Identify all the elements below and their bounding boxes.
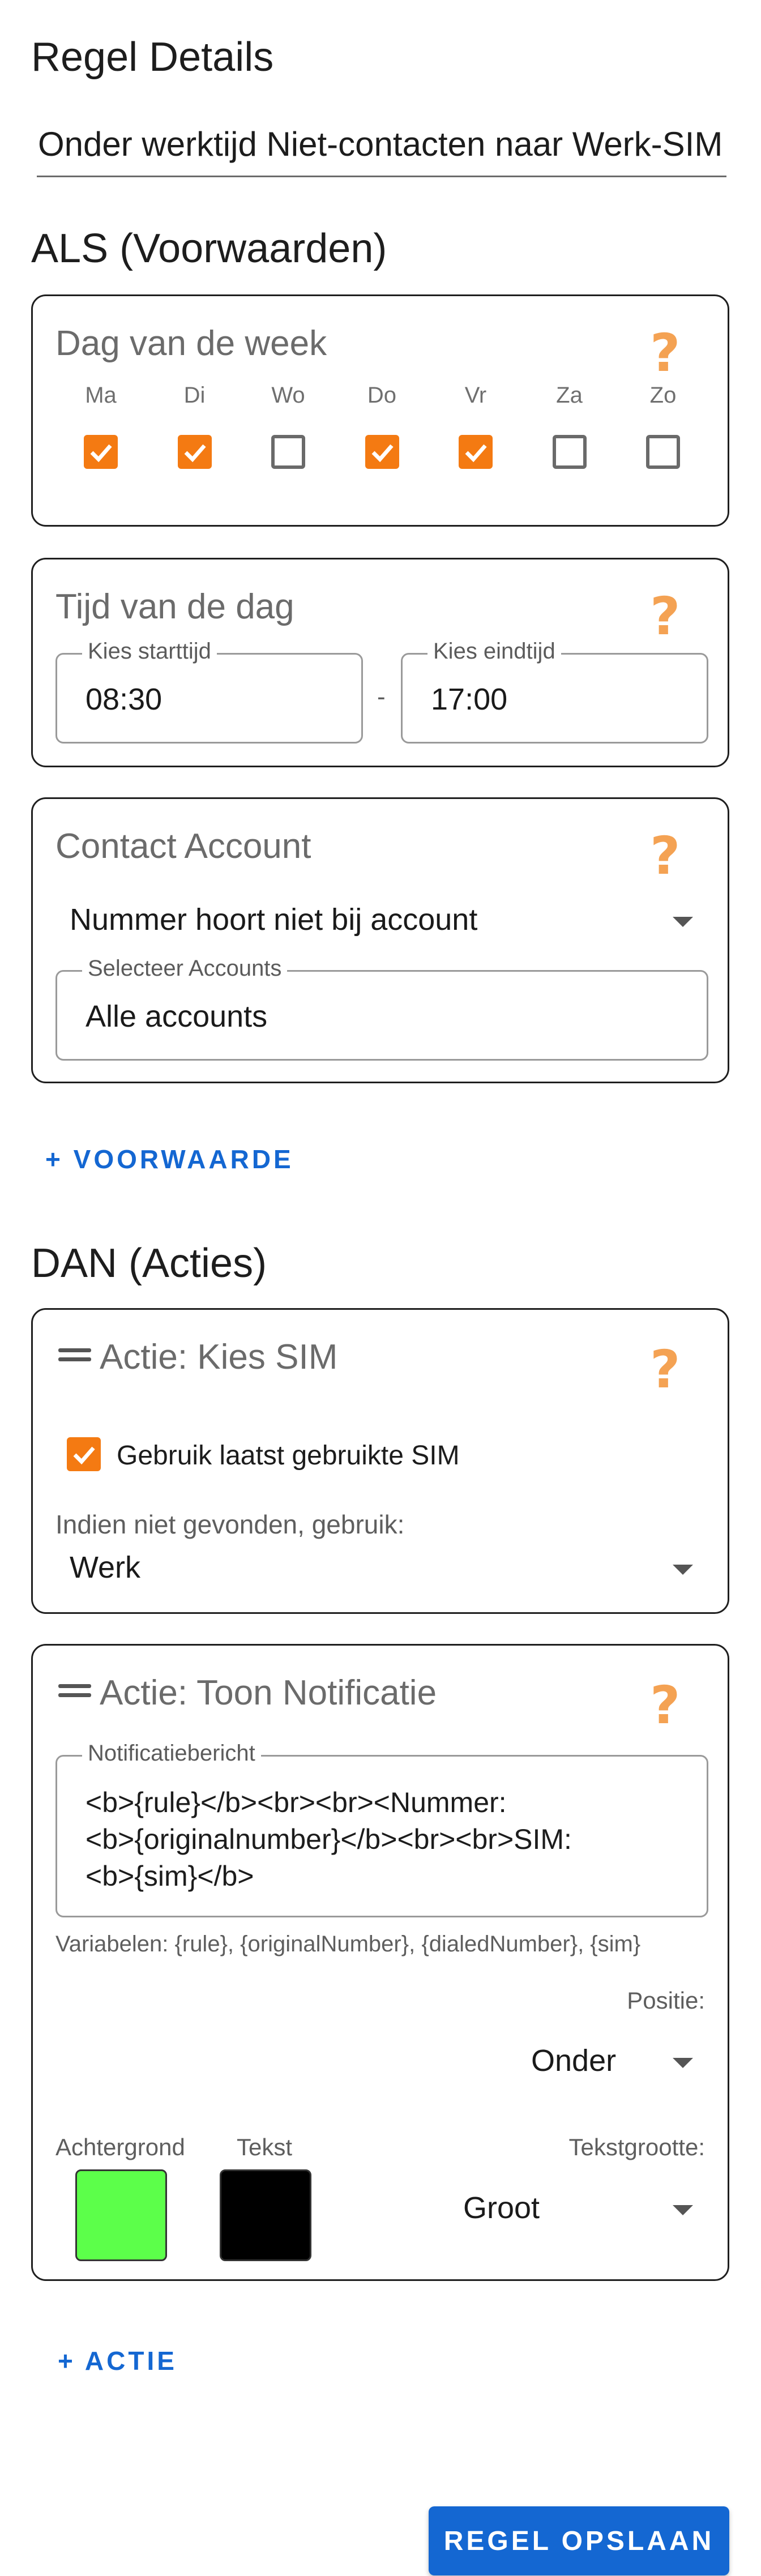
day-checkbox-di[interactable] — [177, 435, 212, 469]
use-last-sim-checkbox[interactable] — [67, 1437, 101, 1471]
notification-message-line1: <b>{rule}</b><br><br><Nummer: — [85, 1787, 507, 1818]
end-time-value: 17:00 — [431, 682, 508, 716]
day-label-ma: Ma — [85, 383, 117, 408]
day-of-week-title: Dag van de week — [55, 324, 327, 363]
help-icon[interactable]: ? — [650, 1344, 680, 1396]
help-icon[interactable]: ? — [650, 830, 680, 882]
use-last-sim-label: Gebruik laatst gebruikte SIM — [117, 1441, 460, 1471]
text-size-label: Tekstgrootte: — [568, 2134, 705, 2160]
add-condition-button[interactable]: + VOORWAARDE — [45, 1144, 294, 1174]
page-title: Regel Details — [31, 35, 274, 80]
time-of-day-card: Tijd van de dag ? Kies starttijd 08:30 -… — [31, 558, 729, 767]
help-icon[interactable]: ? — [650, 591, 680, 643]
time-of-day-title: Tijd van de dag — [55, 587, 294, 626]
notification-message-line2: <b>{originalnumber}</b><br><br>SIM: — [85, 1823, 572, 1855]
day-checkbox-zo[interactable] — [646, 435, 680, 469]
position-label: Positie: — [627, 1987, 705, 2014]
select-accounts-field[interactable]: Selecteer Accounts Alle accounts — [55, 956, 708, 1061]
drag-handle-icon[interactable] — [58, 1684, 91, 1702]
start-time-field[interactable]: Kies starttijd 08:30 — [55, 639, 363, 744]
choose-sim-title: Actie: Kies SIM — [100, 1338, 338, 1377]
chevron-down-icon — [673, 917, 693, 927]
day-checkbox-wo[interactable] — [271, 435, 305, 469]
save-rule-label: REGEL OPSLAAN — [443, 2526, 715, 2556]
day-label-do: Do — [367, 383, 397, 408]
end-time-field[interactable]: Kies eindtijd 17:00 — [401, 639, 708, 744]
rule-name-input[interactable]: Onder werktijd Niet-contacten naar Werk-… — [37, 119, 726, 177]
day-checkbox-ma[interactable] — [84, 435, 118, 469]
chevron-down-icon — [673, 2205, 693, 2215]
day-label-di: Di — [183, 383, 206, 408]
day-label-wo: Wo — [271, 383, 305, 408]
conditions-heading: ALS (Voorwaarden) — [31, 226, 387, 271]
add-action-button[interactable]: + ACTIE — [58, 2346, 177, 2376]
day-of-week-card: Dag van de week ? Ma Di Wo Do Vr Za Zo — [31, 294, 729, 527]
day-label-zo: Zo — [649, 383, 677, 408]
day-checkbox-za[interactable] — [552, 435, 587, 469]
fallback-label: Indien niet gevonden, gebruik: — [55, 1510, 405, 1539]
fallback-sim-select[interactable]: Werk — [67, 1543, 701, 1594]
time-separator: - — [377, 683, 386, 711]
text-color-swatch[interactable] — [220, 2169, 311, 2261]
account-match-select[interactable]: Nummer hoort niet bij account — [67, 895, 701, 946]
day-checkbox-vr[interactable] — [459, 435, 493, 469]
start-time-label: Kies starttijd — [82, 639, 217, 664]
help-icon[interactable]: ? — [650, 327, 680, 379]
background-color-label: Achtergrond — [55, 2134, 185, 2160]
variables-hint: Variabelen: {rule}, {originalNumber}, {d… — [55, 1932, 641, 1956]
text-size-select[interactable]: Groot — [429, 2184, 712, 2235]
end-time-label: Kies eindtijd — [427, 639, 561, 664]
select-accounts-label: Selecteer Accounts — [82, 956, 288, 981]
text-color-label: Tekst — [237, 2134, 293, 2160]
background-color-swatch[interactable] — [75, 2169, 167, 2261]
actions-heading: DAN (Acties) — [31, 1241, 267, 1286]
start-time-value: 08:30 — [85, 682, 163, 716]
position-value: Onder — [531, 2044, 617, 2078]
day-label-vr: Vr — [464, 383, 487, 408]
notification-message-field[interactable]: Notificatiebericht <b>{rule}</b><br><br>… — [55, 1741, 708, 1917]
save-rule-button[interactable]: REGEL OPSLAAN — [429, 2506, 729, 2575]
text-size-value: Groot — [463, 2191, 540, 2225]
notification-message-label: Notificatiebericht — [82, 1741, 261, 1766]
fallback-sim-value: Werk — [70, 1550, 141, 1584]
rule-name-value: Onder werktijd Niet-contacten naar Werk-… — [38, 125, 723, 163]
chevron-down-icon — [673, 2058, 693, 2068]
contact-account-title: Contact Account — [55, 827, 311, 866]
help-icon[interactable]: ? — [650, 1680, 680, 1732]
day-label-za: Za — [556, 383, 583, 408]
account-match-value: Nummer hoort niet bij account — [70, 903, 478, 937]
select-accounts-value: Alle accounts — [85, 999, 268, 1033]
chevron-down-icon — [673, 1565, 693, 1575]
notification-message-line3: <b>{sim}</b> — [85, 1860, 254, 1892]
show-notification-card: Actie: Toon Notificatie ? Notificatieber… — [31, 1644, 729, 2281]
day-checkbox-do[interactable] — [365, 435, 399, 469]
drag-handle-icon[interactable] — [58, 1348, 91, 1366]
position-select[interactable]: Onder — [497, 2036, 712, 2087]
choose-sim-card: Actie: Kies SIM ? Gebruik laatst gebruik… — [31, 1308, 729, 1614]
contact-account-card: Contact Account ? Nummer hoort niet bij … — [31, 797, 729, 1083]
show-notification-title: Actie: Toon Notificatie — [100, 1673, 437, 1712]
